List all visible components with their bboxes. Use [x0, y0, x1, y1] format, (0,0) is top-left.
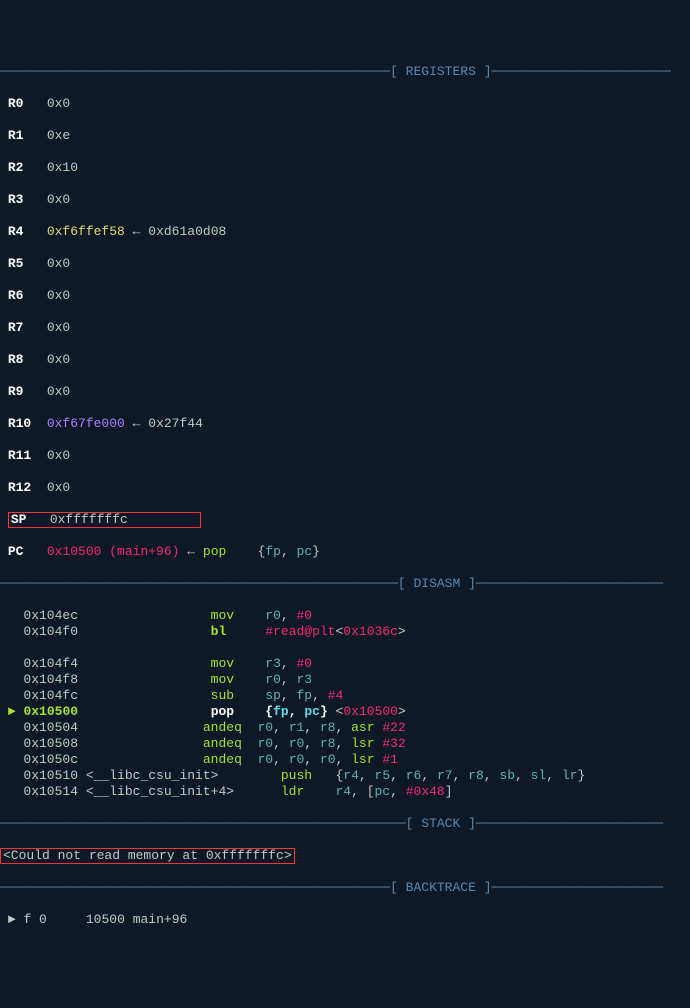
reg-r6: R6 0x0 — [0, 288, 690, 304]
sp-highlight: SP 0xfffffffc — [8, 512, 201, 528]
reg-r7: R7 0x0 — [0, 320, 690, 336]
disasm-block: 0x104ec mov r0, #0 0x104f0 bl #read@plt<… — [0, 608, 690, 800]
disasm-row: 0x104f4 mov r3, #0 — [0, 656, 690, 672]
hdr-stack-label: [ STACK ] — [406, 816, 476, 831]
disasm-row: 0x104f8 mov r0, r3 — [0, 672, 690, 688]
reg-pc: PC 0x10500 (main+96) ← pop {fp, pc} — [0, 544, 690, 560]
reg-r1: R1 0xe — [0, 128, 690, 144]
hdr-registers-label: [ REGISTERS ] — [390, 64, 491, 79]
reg-r11: R11 0x0 — [0, 448, 690, 464]
disasm-row — [0, 640, 690, 656]
reg-sp: SP 0xfffffffc — [0, 512, 690, 528]
reg-r12: R12 0x0 — [0, 480, 690, 496]
backtrace-frame-0: ► f 0 10500 main+96 — [0, 912, 690, 928]
hdr-disasm: ────────────────────────────────────────… — [0, 576, 398, 591]
disasm-row: ► 0x10500 pop {fp, pc} <0x10500> — [0, 704, 690, 720]
reg-r8: R8 0x0 — [0, 352, 690, 368]
disasm-row: 0x10510 <__libc_csu_init> push {r4, r5, … — [0, 768, 690, 784]
hdr-backtrace: ────────────────────────────────────────… — [0, 880, 390, 895]
hdr-backtrace-label: [ BACKTRACE ] — [390, 880, 491, 895]
reg-r9: R9 0x0 — [0, 384, 690, 400]
stack-error: <Could not read memory at 0xfffffffc> — [0, 848, 690, 864]
hdr-registers: ────────────────────────────────────────… — [0, 64, 390, 79]
stack-error-highlight: <Could not read memory at 0xfffffffc> — [0, 848, 295, 864]
reg-r4: R4 0xf6ffef58 ← 0xd61a0d08 — [0, 224, 690, 240]
hdr-stack: ────────────────────────────────────────… — [0, 816, 406, 831]
disasm-row: 0x10504 andeq r0, r1, r8, asr #22 — [0, 720, 690, 736]
reg-r5: R5 0x0 — [0, 256, 690, 272]
hdr-disasm-label: [ DISASM ] — [398, 576, 476, 591]
disasm-row: 0x1050c andeq r0, r0, r0, lsr #1 — [0, 752, 690, 768]
disasm-row: 0x10514 <__libc_csu_init+4> ldr r4, [pc,… — [0, 784, 690, 800]
disasm-row: 0x104f0 bl #read@plt<0x1036c> — [0, 624, 690, 640]
disasm-row: 0x104ec mov r0, #0 — [0, 608, 690, 624]
reg-r2: R2 0x10 — [0, 160, 690, 176]
disasm-row: 0x10508 andeq r0, r0, r8, lsr #32 — [0, 736, 690, 752]
reg-r0: R0 0x0 — [0, 96, 690, 112]
disasm-row: 0x104fc sub sp, fp, #4 — [0, 688, 690, 704]
reg-r10: R10 0xf67fe000 ← 0x27f44 — [0, 416, 690, 432]
reg-r3: R3 0x0 — [0, 192, 690, 208]
